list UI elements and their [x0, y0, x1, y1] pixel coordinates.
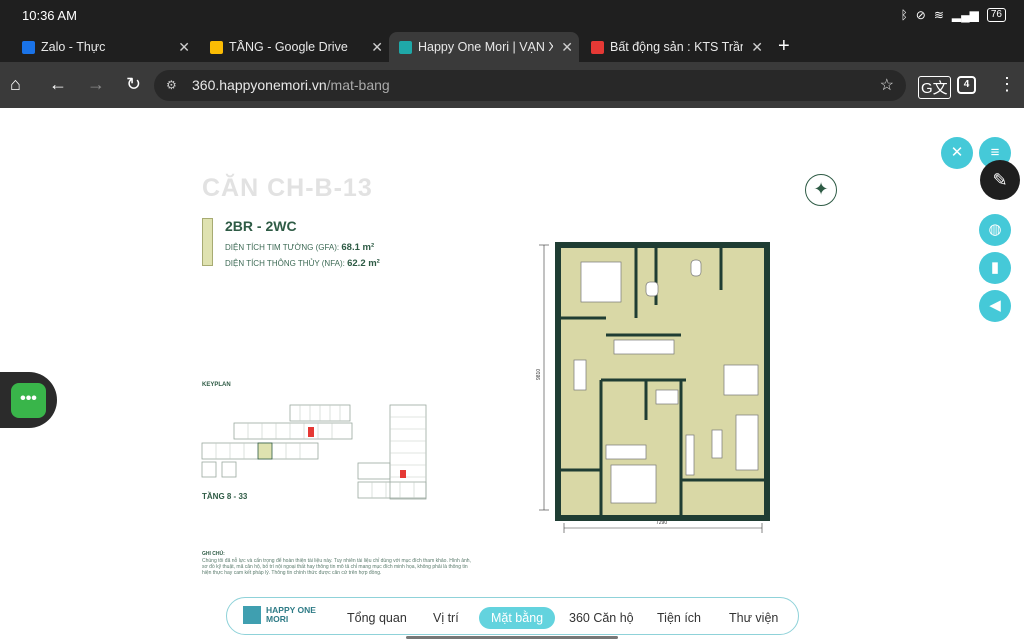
close-icon[interactable]: ✕	[941, 137, 973, 169]
chat-icon[interactable]: •••	[11, 383, 46, 418]
mute-icon: ⊘	[915, 8, 926, 22]
home-icon[interactable]: ⌂	[10, 74, 21, 95]
nav-tien-ich[interactable]: Tiện ích	[657, 607, 701, 629]
gfa-value: 68.1 m²	[341, 242, 375, 253]
tab-zalo[interactable]: Zalo - Thực ✕	[0, 32, 196, 62]
reload-icon[interactable]: ↻	[126, 74, 141, 95]
bds-favicon-icon	[591, 40, 604, 54]
tab-switcher-button[interactable]: 4	[957, 76, 976, 94]
speaker-icon[interactable]: ◀	[979, 290, 1011, 322]
nfa-value: 62.2 m²	[347, 258, 380, 269]
site-info-icon[interactable]: ⚙	[166, 70, 177, 101]
keyplan-label: KEYPLAN	[202, 382, 231, 388]
nav-360-can-ho[interactable]: 360 Căn hộ	[569, 607, 634, 629]
close-tab-icon[interactable]: ✕	[561, 39, 573, 56]
tab-happy-one-mori[interactable]: Happy One Mori | VẠN XUÂN ✕	[389, 32, 579, 62]
system-icons: ᛒ ⊘ ≋ ▂▄▆ 76	[901, 8, 1006, 22]
tab-title: TẦNG - Google Drive	[229, 40, 348, 54]
happy-one-mori-logo[interactable]: HAPPY ONE MORI	[243, 606, 316, 624]
close-tab-icon[interactable]: ✕	[371, 39, 383, 56]
dimension-width: 7290	[656, 520, 667, 526]
nav-thu-vien[interactable]: Thư viện	[729, 607, 778, 629]
floor-range: TẦNG 8 - 33	[202, 492, 248, 501]
status-time: 10:36 AM	[22, 8, 77, 23]
translate-icon[interactable]: G文	[918, 76, 951, 99]
pen-icon[interactable]: ✎	[980, 160, 1020, 200]
status-bar: 10:36 AM ᛒ ⊘ ≋ ▂▄▆ 76	[0, 0, 1024, 32]
gfa-label: DIỆN TÍCH TIM TƯỜNG (GFA):	[225, 243, 340, 252]
drive-favicon-icon	[210, 40, 223, 54]
signal-icon: ▂▄▆	[951, 8, 979, 22]
url-host: 360.happyonemori.vn	[192, 77, 327, 93]
back-icon[interactable]: ←	[49, 74, 67, 95]
apartment-title: CĂN CH-B-13	[202, 174, 373, 202]
page-content: CĂN CH-B-13 2BR - 2WC DIỆN TÍCH TIM TƯỜN…	[0, 108, 1024, 640]
gesture-handle[interactable]	[406, 636, 618, 639]
tab-bat-dong-san[interactable]: Bất động sản : KTS Trần Ngọc ✕	[579, 32, 769, 62]
happyone-favicon-icon	[399, 40, 412, 54]
url-path: /mat-bang	[326, 77, 390, 93]
bookmark-star-icon[interactable]: ☆	[880, 70, 894, 101]
wifi-icon: ≋	[933, 8, 944, 22]
bottom-nav: HAPPY ONE MORI Tổng quan Vị trí Mặt bằng…	[226, 597, 799, 635]
nfa-label: DIỆN TÍCH THÔNG THỦY (NFA):	[225, 259, 345, 268]
dimension-height: 9810	[536, 369, 542, 380]
unit-type: 2BR - 2WC	[225, 218, 297, 234]
tab-title: Happy One Mori | VẠN XUÂN	[418, 40, 554, 54]
browser-toolbar: ⌂ ← → ↻ ⚙ 360.happyonemori.vn/mat-bang ☆…	[0, 62, 1024, 108]
address-bar[interactable]: ⚙ 360.happyonemori.vn/mat-bang ☆	[154, 70, 906, 101]
tab-google-drive[interactable]: TẦNG - Google Drive ✕	[196, 32, 389, 62]
bluetooth-icon: ᛒ	[900, 8, 908, 22]
logo-line2: MORI	[266, 614, 289, 624]
book-icon[interactable]: ▮	[979, 252, 1011, 284]
logo-mark-icon	[243, 606, 261, 624]
zalo-favicon-icon	[22, 40, 35, 54]
forward-icon[interactable]: →	[87, 74, 105, 95]
tab-title: Zalo - Thực	[41, 40, 106, 54]
notes-title: GHI CHÚ:	[202, 551, 225, 557]
more-menu-icon[interactable]: ⋮	[998, 74, 1016, 95]
chat-widget: •••	[0, 372, 57, 428]
compass-icon: ✦	[805, 174, 837, 206]
tab-strip: Zalo - Thực ✕ TẦNG - Google Drive ✕ Happ…	[0, 32, 1024, 62]
keyplan-diagram	[201, 404, 427, 500]
unit-color-legend	[202, 218, 213, 266]
nfa-area: DIỆN TÍCH THÔNG THỦY (NFA): 62.2 m²	[225, 258, 380, 269]
nav-tong-quan[interactable]: Tổng quan	[347, 607, 407, 629]
nav-vi-tri[interactable]: Vị trí	[433, 607, 459, 629]
close-tab-icon[interactable]: ✕	[178, 39, 190, 56]
notes-text: Chúng tôi đã nỗ lực và cẩn trọng để hoàn…	[202, 558, 471, 576]
nav-mat-bang[interactable]: Mặt bằng	[479, 607, 556, 629]
battery-icon: 76	[986, 8, 1006, 22]
globe-icon[interactable]: ◍	[979, 214, 1011, 246]
floor-plan-drawing: 9810 7290	[536, 242, 770, 533]
tab-title: Bất động sản : KTS Trần Ngọc	[610, 40, 743, 54]
gfa-area: DIỆN TÍCH TIM TƯỜNG (GFA): 68.1 m²	[225, 242, 374, 253]
close-tab-icon[interactable]: ✕	[751, 39, 763, 56]
new-tab-icon[interactable]: +	[778, 35, 790, 58]
